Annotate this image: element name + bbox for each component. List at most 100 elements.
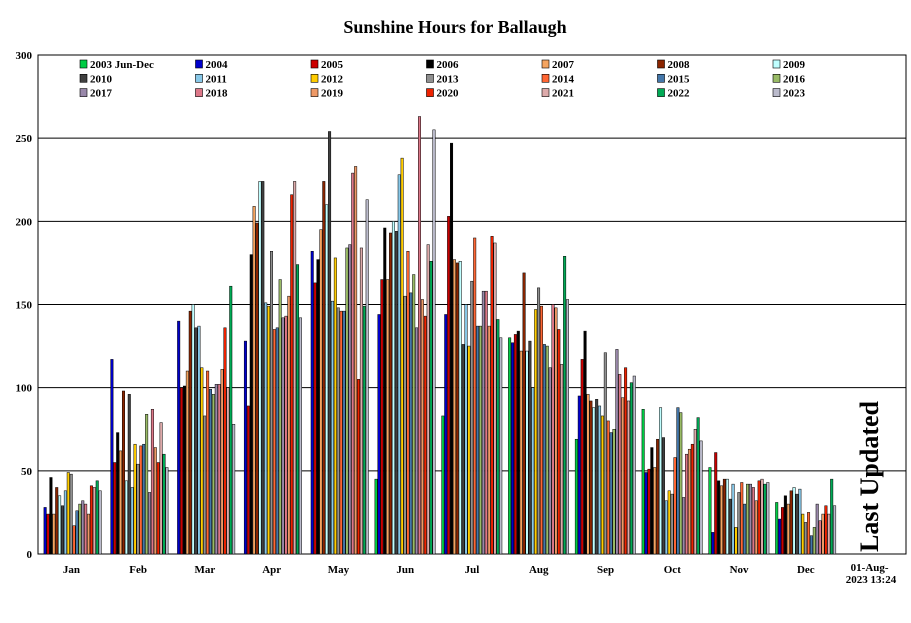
legend-label: 2022: [668, 88, 691, 100]
bar: [374, 478, 378, 555]
bar: [69, 473, 73, 555]
bar: [142, 443, 146, 555]
bar: [261, 181, 265, 555]
bar: [316, 259, 320, 555]
bar: [130, 487, 134, 555]
bar: [124, 480, 128, 555]
bar: [72, 525, 76, 555]
bar: [624, 367, 628, 555]
bar: [397, 174, 401, 555]
bar: [461, 344, 465, 555]
bar: [185, 370, 189, 555]
legend-swatch: [772, 59, 781, 69]
legend-swatch: [310, 88, 319, 97]
bar: [447, 216, 451, 555]
bar: [217, 384, 221, 555]
x-tick-label: Jun: [396, 564, 414, 576]
x-tick-label: Apr: [262, 564, 281, 576]
bar: [647, 468, 651, 555]
bar: [389, 232, 393, 555]
bar: [455, 262, 459, 555]
bar: [676, 407, 680, 555]
bar: [75, 510, 79, 555]
bar: [807, 512, 811, 555]
bar: [418, 116, 421, 555]
bar: [127, 394, 131, 555]
legend-item: 2006: [426, 59, 459, 71]
legend-label: 2020: [437, 88, 460, 100]
month-group-sep: [574, 330, 636, 555]
bar: [606, 420, 610, 555]
bar: [409, 292, 413, 555]
bar: [728, 498, 732, 555]
bar: [150, 409, 154, 555]
bar: [55, 487, 59, 555]
legend-item: 2007: [541, 59, 575, 71]
bar: [496, 319, 500, 555]
bar: [821, 513, 825, 555]
bar: [432, 129, 436, 555]
y-tick-label: 0: [27, 549, 33, 561]
bar: [528, 340, 532, 555]
x-tick-label: Nov: [730, 564, 749, 576]
bar: [763, 483, 767, 555]
bar: [66, 472, 70, 555]
legend-label: 2015: [668, 73, 691, 85]
legend-item: 2020: [426, 88, 460, 100]
bar: [139, 445, 143, 555]
bar: [577, 395, 581, 555]
x-tick-label: Oct: [664, 564, 681, 576]
bar: [357, 379, 361, 555]
bar: [415, 327, 419, 555]
y-axis: 0 50 100 150 200 250 300: [16, 50, 33, 561]
legend-label: 2009: [783, 59, 806, 71]
bar: [49, 477, 53, 555]
bar: [342, 310, 346, 555]
bar: [180, 387, 184, 555]
bar: [325, 204, 329, 555]
bar: [539, 305, 543, 555]
bar: [211, 394, 215, 555]
bar: [722, 478, 726, 555]
bar: [441, 415, 445, 555]
bar: [612, 429, 616, 555]
bar: [621, 397, 625, 555]
bar: [78, 503, 82, 555]
chart-canvas: Sunshine Hours for Ballaugh 0 50 100 150 200…: [16, 17, 907, 586]
month-group-dec: [775, 478, 837, 555]
bar: [827, 513, 831, 555]
bar: [148, 492, 152, 555]
bar-groups: [43, 116, 837, 555]
bar: [583, 330, 587, 555]
bar: [412, 274, 416, 555]
legend-swatch: [541, 74, 550, 83]
legend-item: 2004: [195, 59, 229, 71]
bar: [664, 500, 668, 555]
legend-item: 2017: [79, 88, 113, 100]
bar: [246, 405, 250, 555]
bar: [511, 342, 515, 555]
bar: [63, 490, 67, 555]
month-group-jul: [441, 142, 503, 555]
bar: [255, 222, 259, 555]
bar: [522, 272, 526, 555]
bar: [661, 437, 665, 555]
legend-label: 2004: [206, 59, 229, 71]
legend-item: 2003 Jun-Dec: [79, 59, 154, 71]
legend-item: 2014: [541, 73, 575, 85]
bar: [197, 325, 201, 555]
bar: [258, 181, 262, 555]
bar: [348, 244, 352, 555]
legend-label: 2011: [206, 73, 227, 85]
bar: [615, 349, 619, 555]
bar: [153, 447, 157, 555]
legend-label: 2023: [783, 88, 806, 100]
bar: [789, 490, 793, 555]
legend: 2003 Jun-Dec 2004 2005 2006 2007 2008 2009 2010…: [79, 59, 806, 100]
bar: [815, 503, 819, 555]
legend-item: 2016: [772, 73, 806, 85]
bar: [209, 389, 212, 555]
bar: [682, 497, 686, 555]
bar: [444, 314, 448, 555]
bar: [748, 483, 752, 555]
